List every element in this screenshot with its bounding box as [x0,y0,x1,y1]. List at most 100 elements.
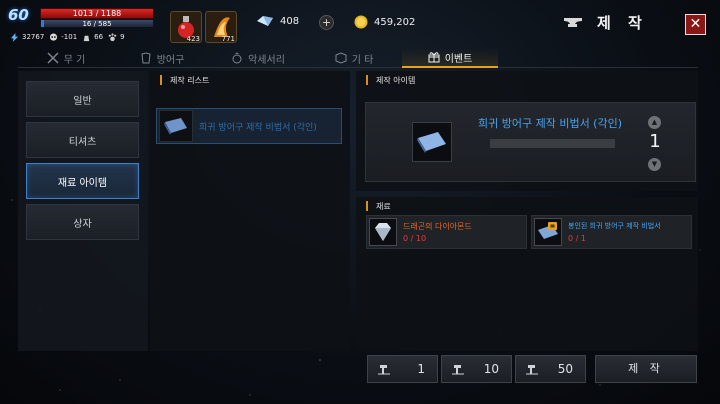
blueprint-scroll-icon [417,132,446,153]
tab-event-label: 이벤트 [444,53,473,65]
tab-armor[interactable]: 방어구 [114,48,210,68]
craft-amount-50-button[interactable]: 50 [515,355,586,383]
material-name: 드래곤의 다이아몬드 [403,222,472,231]
hammer-icon [526,365,538,375]
gold-coin-icon [354,15,368,29]
craft-item-title: 제작 아이템 [376,75,416,85]
crystal-amount: 408 [280,15,300,27]
materials-panel: 재료 드래곤의 다이아몬드 0 / 10 봉인된 희귀 방어구 제작 비법서 0… [356,197,698,351]
craft-item-progress-bar [490,139,615,148]
quantity-down-button[interactable]: ▼ [648,158,661,171]
craft-amount-1-button[interactable]: 1 [367,355,438,383]
mp-fill [41,20,45,27]
craft-amount-10-label: 10 [483,362,499,376]
header-accent-bar [366,201,368,211]
material-icon-frame [369,218,397,246]
hammer-icon [452,365,464,375]
header-accent-bar [366,75,368,85]
tab-weapon[interactable]: 무 기 [18,48,114,68]
gift-icon [428,52,440,63]
weight-icon [83,35,90,41]
subcategory-tshirt[interactable]: 티셔츠 [26,122,139,158]
lightning-icon [10,32,19,42]
material-name: 봉인된 희귀 방어구 제작 비법서 [568,222,661,230]
tab-etc[interactable]: 기 타 [306,48,402,68]
stat-karma-value: -101 [61,33,78,41]
close-button[interactable]: ✕ [685,14,706,35]
box-icon [335,52,347,64]
gold-currency: 459,202 [354,15,415,29]
material-slot[interactable]: 드래곤의 다이아몬드 0 / 10 [366,215,527,249]
crossed-swords-icon [47,52,59,64]
sealed-scroll-icon [538,222,558,239]
blueprint-scroll-icon [164,118,187,135]
player-stats: 32767 -101 66 9 [10,31,125,43]
hp-text: 1013 / 1188 [72,9,122,18]
top-bar: 60 1013 / 1188 16 / 585 32767 -101 66 9 … [0,0,720,48]
craft-list-title: 제작 리스트 [170,75,210,85]
craft-list-header: 제작 리스트 [150,71,350,89]
craft-amount-50-label: 50 [557,362,573,376]
hp-bar: 1013 / 1188 [40,8,154,19]
window-title: 제 작 [563,12,648,33]
material-count: 0 / 1 [568,234,586,243]
quantity-up-button[interactable]: ▲ [648,116,661,129]
skull-icon [50,32,58,41]
list-item-icon-frame [159,110,193,142]
stat-pets: 9 [108,33,125,42]
material-slot[interactable]: 봉인된 희귀 방어구 제작 비법서 0 / 1 [531,215,692,249]
add-currency-button[interactable]: + [319,15,334,30]
materials-title: 재료 [376,201,391,211]
craft-item-box: 희귀 방어구 제작 비법서 (각인) ▲ 1 ▼ [365,102,696,182]
subcategory-menu: 일반 티셔츠 재료 아이템 상자 [18,71,148,351]
window-title-text: 제 작 [597,14,648,32]
craft-amount-1-label: 1 [417,362,425,376]
tab-weapon-label: 무 기 [63,54,86,66]
subcategory-box[interactable]: 상자 [26,204,139,240]
header-accent-bar [160,75,162,85]
stat-weight-value: 66 [94,33,104,41]
craft-list-item[interactable]: 희귀 방어구 제작 비법서 (각인) [156,108,342,144]
diamond-icon [375,223,391,241]
mp-bar: 16 / 585 [40,19,154,28]
tab-etc-label: 기 타 [351,54,374,66]
craft-amount-10-button[interactable]: 10 [441,355,512,383]
quantity-value: 1 [649,131,661,152]
tab-armor-label: 방어구 [156,54,185,66]
materials-header: 재료 [356,197,698,215]
stat-pets-value: 9 [120,33,125,41]
hammer-icon [378,365,390,375]
craft-item-header: 제작 아이템 [356,71,698,89]
hp-potion-slot[interactable]: 423 [170,11,202,43]
subcategory-material-item[interactable]: 재료 아이템 [26,163,139,199]
stat-karma: -101 [49,32,78,42]
mp-text: 16 / 585 [82,20,112,28]
stat-weight: 66 [82,33,103,42]
anvil-icon [564,17,582,27]
material-count: 0 / 10 [403,234,427,243]
craft-item-name: 희귀 방어구 제작 비법서 (각인) [478,117,623,130]
bottom-controls: 1 10 50 제 작 [0,352,720,404]
craft-item-icon-frame[interactable] [412,122,452,162]
craft-list-panel: 제작 리스트 희귀 방어구 제작 비법서 (각인) [150,71,350,351]
craft-button[interactable]: 제 작 [595,355,697,383]
crystal-icon [257,16,273,26]
subcategory-general[interactable]: 일반 [26,81,139,117]
tab-event[interactable]: 이벤트 [402,48,498,68]
ring-icon [232,52,242,64]
tab-accessory[interactable]: 악세서리 [210,48,306,68]
list-item-label: 희귀 방어구 제작 비법서 (각인) [199,122,317,133]
craft-item-panel: 제작 아이템 희귀 방어구 제작 비법서 (각인) ▲ 1 ▼ [356,71,698,191]
stat-power: 32767 [10,32,45,42]
material-icon-frame [534,218,562,246]
gold-amount: 459,202 [374,16,416,28]
stat-power-value: 32767 [22,33,45,41]
buff-potion-count: 771 [221,35,235,43]
player-level: 60 [8,6,29,24]
armor-icon [141,52,151,64]
crystal-currency: 408 [256,15,299,27]
hp-potion-count: 423 [186,35,200,43]
category-tabs: 무 기 방어구 악세서리 기 타 이벤트 [18,48,698,68]
buff-potion-slot[interactable]: 771 [205,11,237,43]
paw-icon [108,33,117,41]
